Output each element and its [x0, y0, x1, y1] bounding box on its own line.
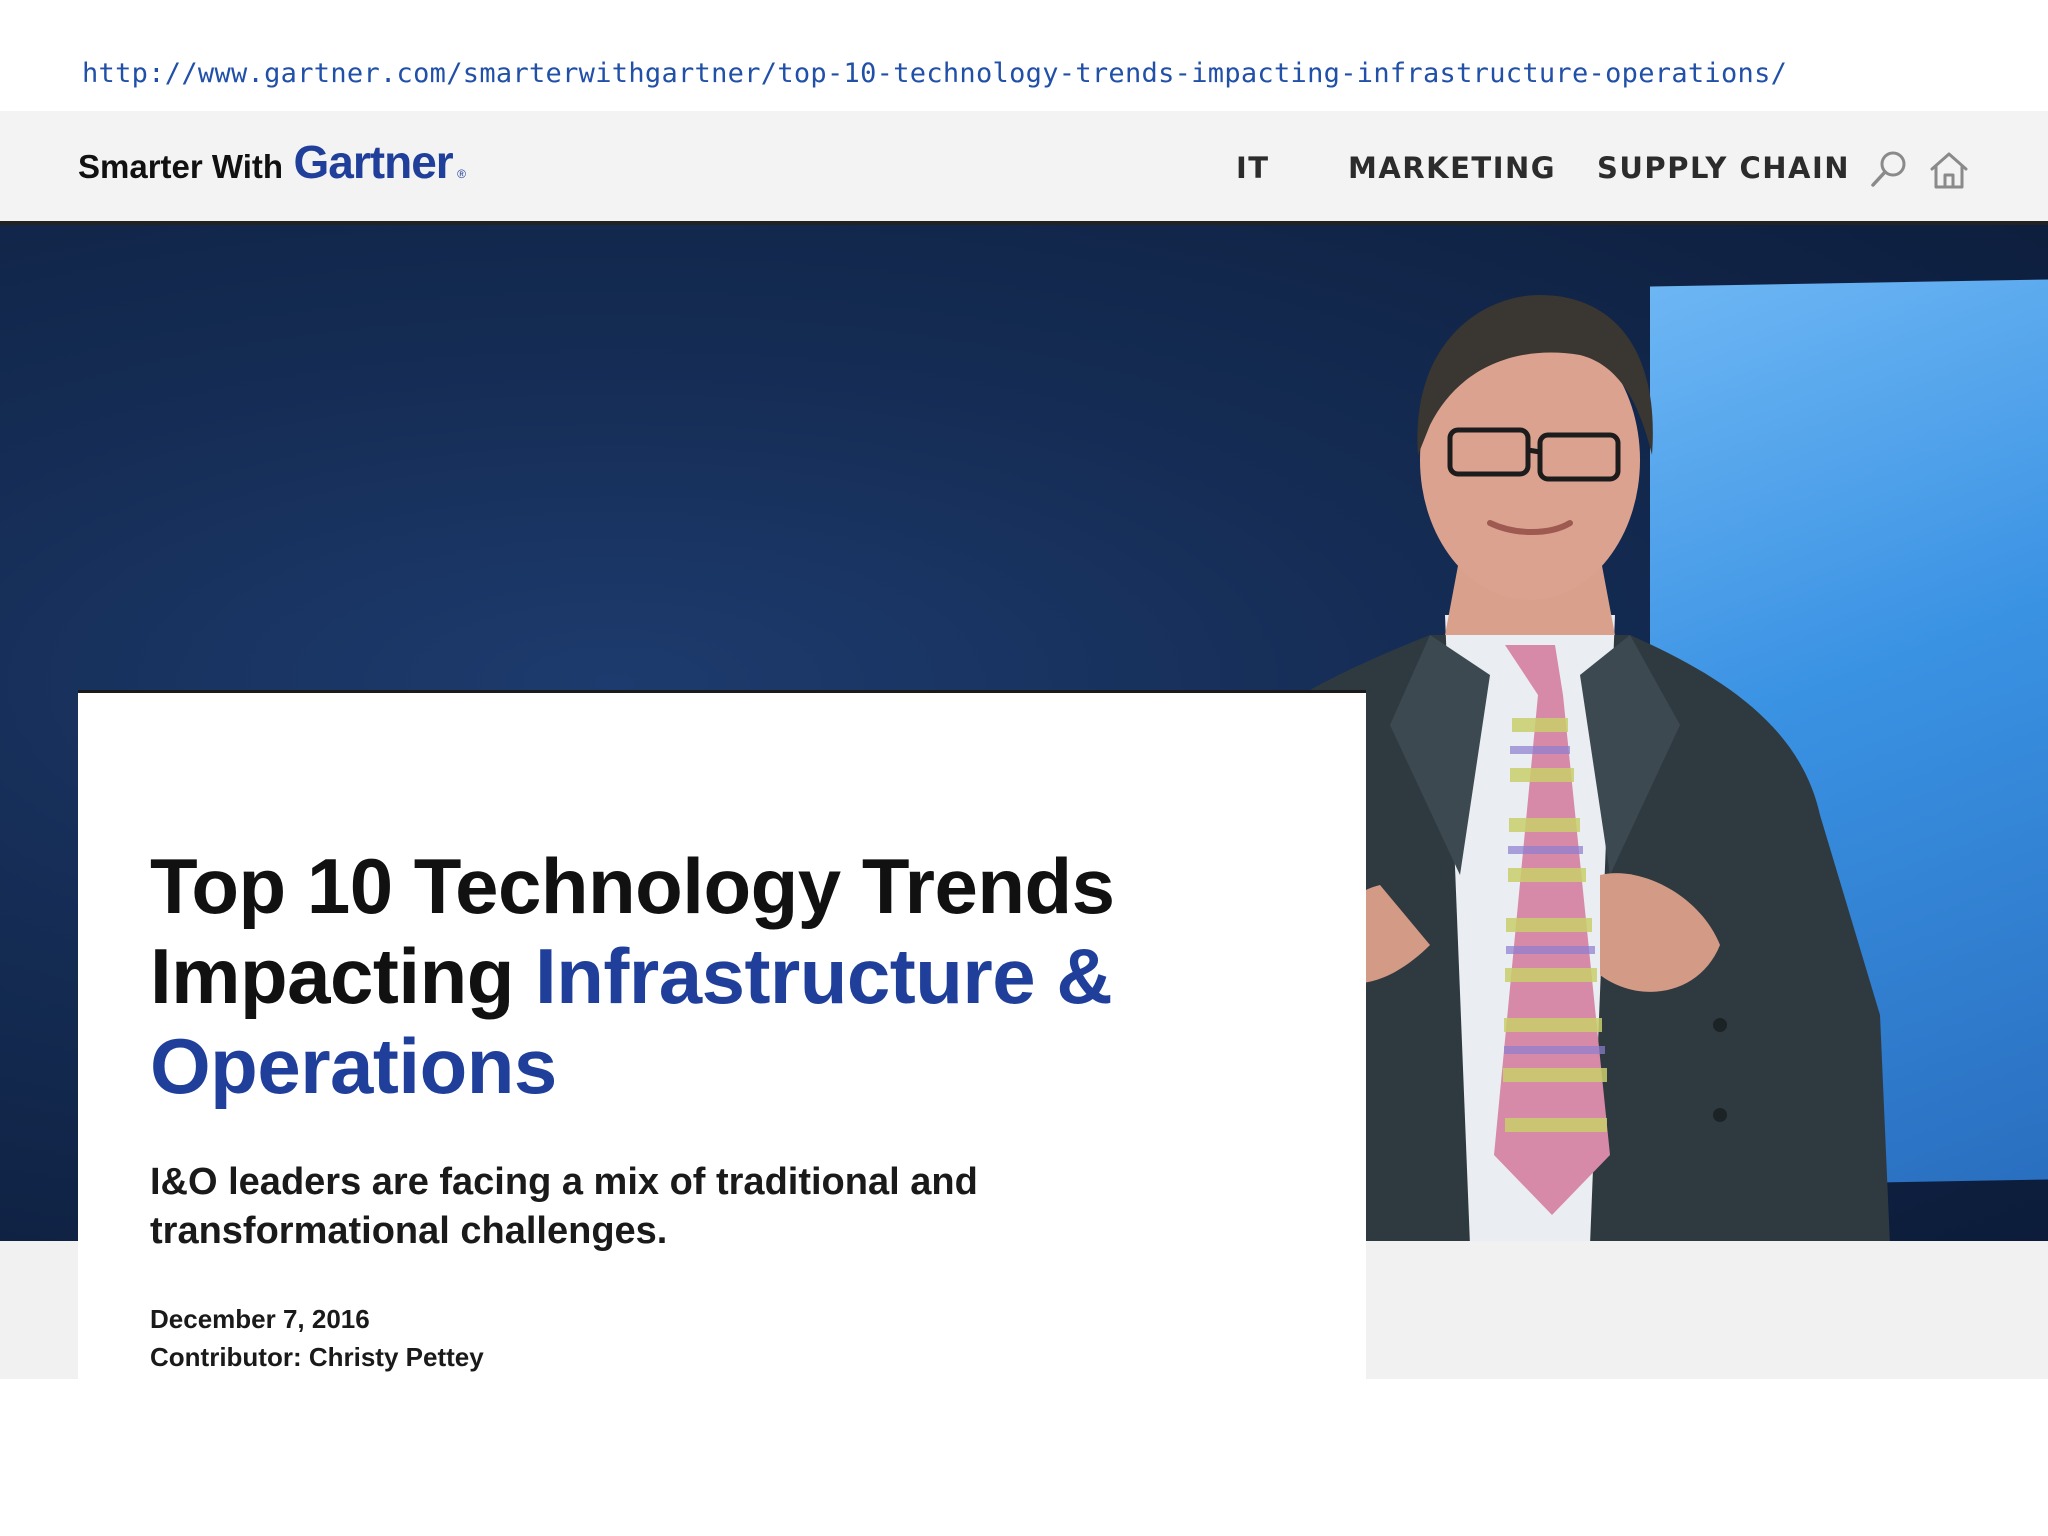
site-logo[interactable]: Smarter With Gartner ®	[78, 135, 466, 189]
page: http://www.gartner.com/smarterwithgartne…	[0, 0, 2048, 1536]
home-icon[interactable]	[1928, 149, 1970, 196]
nav-item-supply-chain[interactable]: SUPPLY CHAIN	[1597, 151, 1850, 185]
nav-item-it[interactable]: IT	[1236, 151, 1270, 185]
site-header: Smarter With Gartner ® IT MARKETING SUPP…	[0, 111, 2048, 221]
logo-prefix: Smarter With	[78, 148, 284, 185]
article-subtitle: I&O leaders are facing a mix of traditio…	[150, 1161, 978, 1252]
article-contributor: Contributor: Christy Pettey	[150, 1342, 484, 1372]
article-card: Top 10 Technology Trends Impacting Infra…	[78, 690, 1366, 1382]
nav-item-marketing[interactable]: MARKETING	[1348, 151, 1556, 185]
logo-brand: Gartner	[293, 136, 454, 188]
search-icon[interactable]	[1869, 149, 1909, 194]
article-title: Top 10 Technology Trends Impacting Infra…	[150, 841, 1300, 1111]
logo-registered-mark: ®	[457, 167, 466, 181]
page-url[interactable]: http://www.gartner.com/smarterwithgartne…	[82, 58, 1787, 89]
article-date: December 7, 2016	[150, 1304, 370, 1334]
article-meta: December 7, 2016 Contributor: Christy Pe…	[150, 1300, 484, 1376]
